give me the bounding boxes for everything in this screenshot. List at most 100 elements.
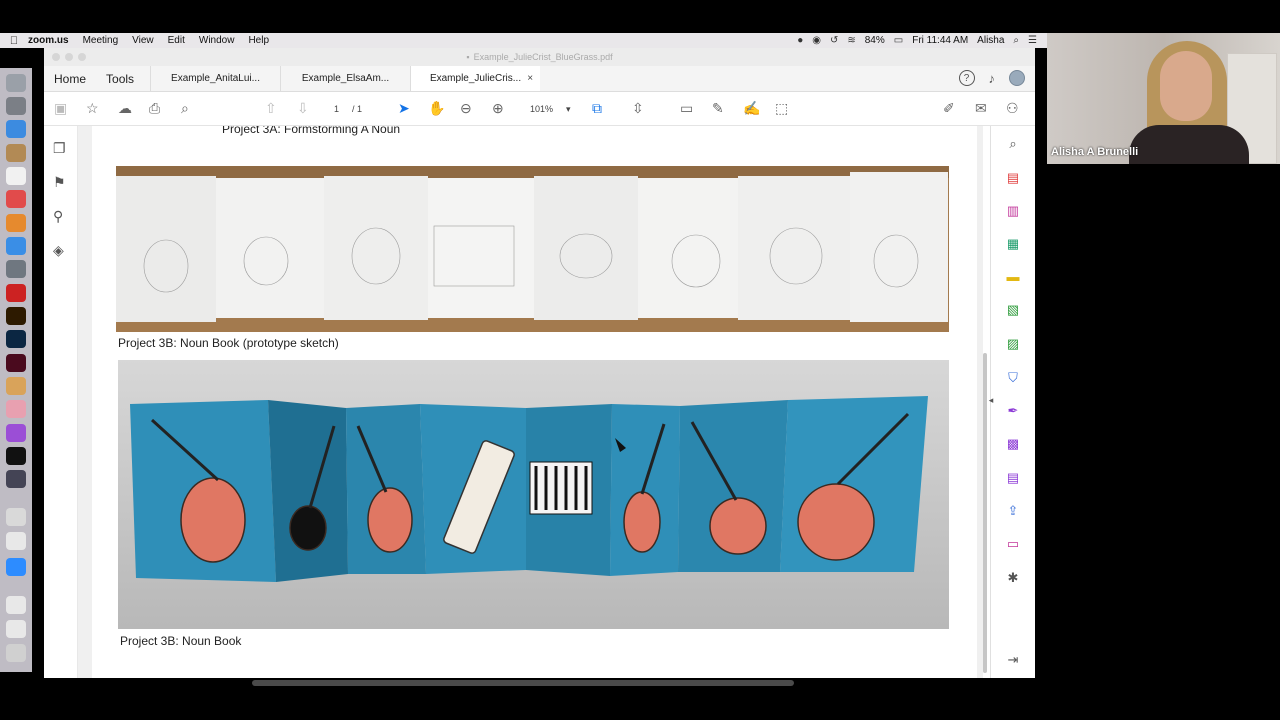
finder-icon[interactable]: [6, 74, 26, 92]
notes-icon[interactable]: [6, 144, 26, 162]
layers-icon[interactable]: ◈: [53, 242, 64, 259]
fill-sign-icon[interactable]: ✒: [1005, 403, 1021, 419]
page-up-icon[interactable]: ⇧: [265, 100, 277, 117]
photos-icon[interactable]: [6, 400, 26, 418]
horizontal-scrollbar[interactable]: [252, 680, 794, 686]
pages-icon[interactable]: [6, 214, 26, 232]
textedit-icon[interactable]: [6, 532, 26, 550]
status-icon[interactable]: ●: [797, 35, 803, 46]
app-store-icon[interactable]: [6, 237, 26, 255]
print-icon[interactable]: ⎙: [149, 100, 160, 117]
bookmark-star-icon[interactable]: ☆: [86, 100, 99, 117]
documents-folder-icon[interactable]: [6, 620, 26, 638]
stamp-icon[interactable]: ⬚: [775, 100, 788, 117]
prepare-form-icon[interactable]: ▤: [1005, 470, 1021, 486]
caption-noun-book: Project 3B: Noun Book: [120, 634, 242, 648]
apple-menu-icon[interactable]: : [0, 35, 28, 47]
launchpad-icon[interactable]: [6, 97, 26, 115]
comment-icon[interactable]: ▭: [680, 100, 693, 117]
menu-user[interactable]: Alisha: [977, 35, 1004, 46]
email-icon[interactable]: ✉: [975, 100, 987, 117]
document-tab-active[interactable]: Example_JulieCris... ×: [410, 66, 541, 91]
menu-item-meeting[interactable]: Meeting: [83, 35, 119, 46]
more-tools-icon[interactable]: ✱: [1005, 570, 1021, 586]
scroll-mode-icon[interactable]: ⇳: [632, 100, 644, 117]
chrome-icon[interactable]: [6, 120, 26, 138]
home-tab[interactable]: Home: [44, 66, 96, 91]
downloads-folder-icon[interactable]: [6, 596, 26, 614]
bridge-icon[interactable]: [6, 377, 26, 395]
attachments-icon[interactable]: ⚲: [53, 208, 63, 225]
news-icon[interactable]: [6, 190, 26, 208]
comment-tool-icon[interactable]: ▬: [1005, 269, 1021, 285]
page-number-input[interactable]: 1: [334, 104, 339, 114]
zoom-out-icon[interactable]: ⊖: [460, 100, 472, 117]
export-pdf-icon[interactable]: ▤: [1005, 170, 1021, 186]
menu-item-edit[interactable]: Edit: [168, 35, 185, 46]
organize-pages-icon[interactable]: ▥: [1005, 203, 1021, 219]
select-cursor-icon[interactable]: ➤: [398, 100, 410, 117]
bookmarks-icon[interactable]: ⚑: [53, 174, 66, 191]
save-icon[interactable]: ▣: [54, 100, 67, 117]
zoom-in-icon[interactable]: ⊕: [492, 100, 504, 117]
create-pdf-icon[interactable]: ▦: [1005, 236, 1021, 252]
menu-item-help[interactable]: Help: [248, 35, 269, 46]
highlight-pen-icon[interactable]: ✎: [712, 100, 724, 117]
spotlight-search-icon[interactable]: ⌕: [1013, 35, 1019, 46]
battery-icon[interactable]: ▭: [894, 35, 903, 46]
search-icon[interactable]: ⌕: [1005, 136, 1021, 152]
combine-files-icon[interactable]: ▧: [1005, 302, 1021, 318]
print-production-icon[interactable]: ▨: [1005, 336, 1021, 352]
page-down-icon[interactable]: ⇩: [297, 100, 309, 117]
menu-item-window[interactable]: Window: [199, 35, 235, 46]
minimize-window-button[interactable]: [65, 53, 73, 61]
close-tab-icon[interactable]: ×: [527, 73, 533, 84]
menu-clock[interactable]: Fri 11:44 AM: [912, 35, 968, 46]
trash-icon[interactable]: [6, 644, 26, 662]
tools-tab[interactable]: Tools: [96, 66, 144, 91]
link-edit-icon[interactable]: ✐: [943, 100, 955, 117]
control-center-icon[interactable]: ☰: [1028, 35, 1037, 46]
edit-pdf-icon[interactable]: ▩: [1005, 436, 1021, 452]
notification-bell-icon[interactable]: ♪: [989, 71, 996, 86]
upload-cloud-icon[interactable]: ☁: [118, 100, 132, 117]
search-zoom-icon[interactable]: ⌕: [181, 100, 189, 117]
send-for-signature-icon[interactable]: ▭: [1005, 536, 1021, 552]
acrobat-icon[interactable]: [6, 284, 26, 302]
add-user-icon[interactable]: ⚇: [1006, 100, 1019, 117]
collapse-panel-icon[interactable]: ⇥: [1005, 652, 1021, 668]
help-icon[interactable]: ?: [958, 70, 975, 86]
expand-right-chevron-icon[interactable]: ◂: [983, 392, 999, 408]
illustrator-icon[interactable]: [6, 307, 26, 325]
quicktime-icon[interactable]: [6, 470, 26, 488]
page-thumbnails-icon[interactable]: ❐: [53, 140, 66, 157]
document-tab[interactable]: Example_ElsaAm...: [280, 66, 410, 91]
webcam-video-tile[interactable]: Alisha A Brunelli: [1047, 33, 1280, 164]
podcasts-icon[interactable]: [6, 424, 26, 442]
right-tools-panel: ⌕ ▤ ▥ ▦ ▬ ▧ ▨ ⛉ ✒ ▩ ▤ ⇪ ▭ ✱ ⇥ ◂: [989, 126, 1035, 678]
sign-icon[interactable]: ✍: [743, 100, 760, 117]
system-preferences-icon[interactable]: [6, 260, 26, 278]
share-icon[interactable]: ⇪: [1005, 503, 1021, 519]
fit-page-icon[interactable]: ⧉: [592, 100, 602, 117]
close-window-button[interactable]: [52, 53, 60, 61]
calendar-icon[interactable]: [6, 167, 26, 185]
wifi-icon[interactable]: ≋: [847, 35, 855, 46]
menu-item-view[interactable]: View: [132, 35, 154, 46]
preview-icon[interactable]: [6, 508, 26, 526]
indesign-icon[interactable]: [6, 354, 26, 372]
protect-shield-icon[interactable]: ⛉: [1005, 370, 1021, 386]
account-avatar[interactable]: [1009, 70, 1025, 86]
apple-tv-icon[interactable]: [6, 447, 26, 465]
zoom-window-button[interactable]: [78, 53, 86, 61]
zoom-dropdown-chevron-icon[interactable]: ▾: [566, 104, 571, 115]
zoom-icon[interactable]: [6, 558, 26, 576]
eye-icon[interactable]: ◉: [812, 35, 821, 46]
menu-app-name[interactable]: zoom.us: [28, 35, 69, 46]
photoshop-icon[interactable]: [6, 330, 26, 348]
zoom-level-select[interactable]: 101%: [530, 104, 553, 114]
time-machine-icon[interactable]: ↺: [830, 35, 838, 46]
hand-tool-icon[interactable]: ✋: [428, 100, 445, 117]
document-viewport[interactable]: Project 3A: Formstorming A Noun Project …: [78, 126, 983, 678]
document-tab[interactable]: Example_AnitaLui...: [150, 66, 280, 91]
